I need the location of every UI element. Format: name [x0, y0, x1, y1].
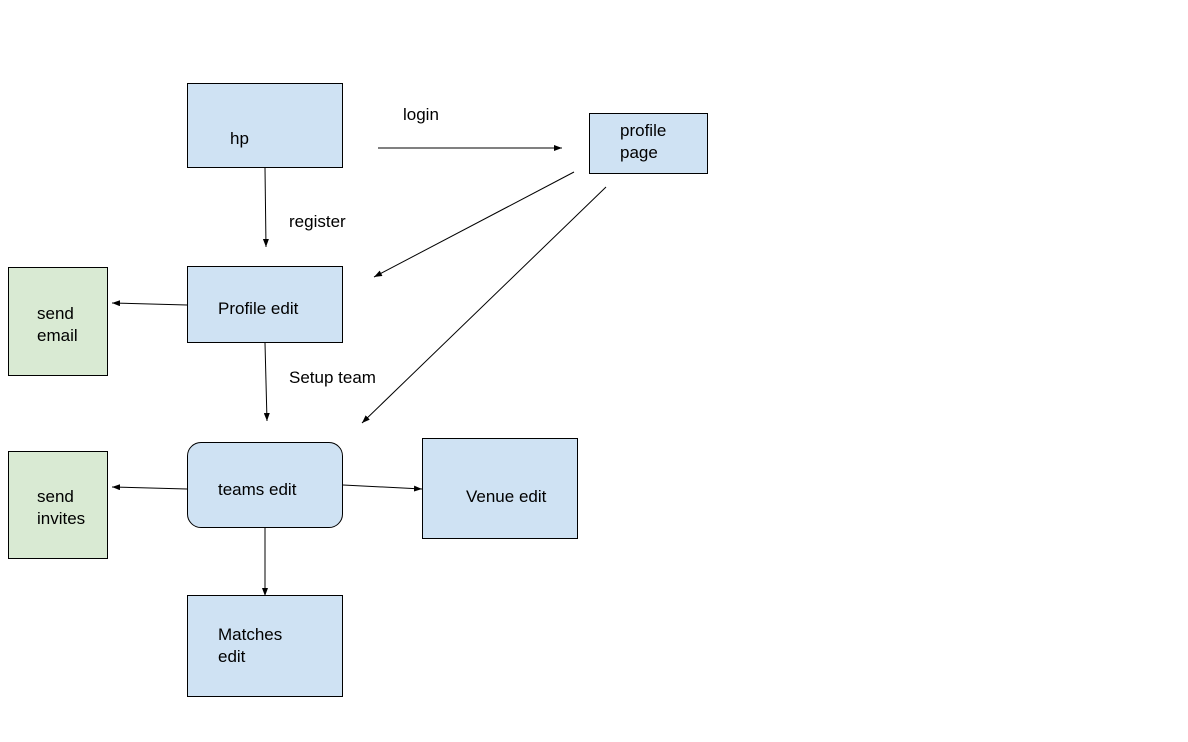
edge-profile-page-to-profile-edit	[373, 171, 575, 278]
node-matches-edit: Matches edit	[187, 595, 343, 697]
edges-layer	[111, 145, 607, 596]
edge-hp-to-profile-edit	[262, 167, 269, 248]
edge-profile-edit-to-teams-edit	[263, 342, 270, 422]
node-matches-edit-label: Matches edit	[218, 625, 283, 666]
node-profile-page: profile page	[589, 113, 708, 174]
edge-label-setup-team: Setup team	[289, 368, 376, 387]
node-hp: hp	[187, 83, 343, 168]
node-send-invites-label: send invites	[37, 487, 86, 528]
node-teams-edit: teams edit	[187, 442, 343, 528]
edge-profile-page-to-teams-edit	[361, 186, 607, 424]
diagram-canvas: hp profile page Profile edit send email …	[0, 0, 1188, 742]
edge-label-register: register	[289, 212, 346, 231]
edge-label-login: login	[403, 105, 439, 124]
node-profile-edit-label: Profile edit	[218, 299, 299, 318]
node-send-email-label: send email	[37, 304, 78, 345]
edge-profile-edit-to-send-email	[111, 300, 188, 307]
node-venue-edit: Venue edit	[422, 438, 578, 539]
node-venue-edit-label: Venue edit	[466, 487, 547, 506]
node-profile-page-label: profile page	[620, 121, 667, 162]
node-teams-edit-label: teams edit	[218, 480, 297, 499]
edge-teams-edit-to-send-invites	[111, 484, 188, 491]
node-hp-label: hp	[230, 129, 249, 148]
edge-teams-edit-to-venue-edit	[342, 484, 423, 492]
node-send-email: send email	[8, 267, 108, 376]
node-send-invites: send invites	[8, 451, 108, 559]
node-profile-edit: Profile edit	[187, 266, 343, 343]
